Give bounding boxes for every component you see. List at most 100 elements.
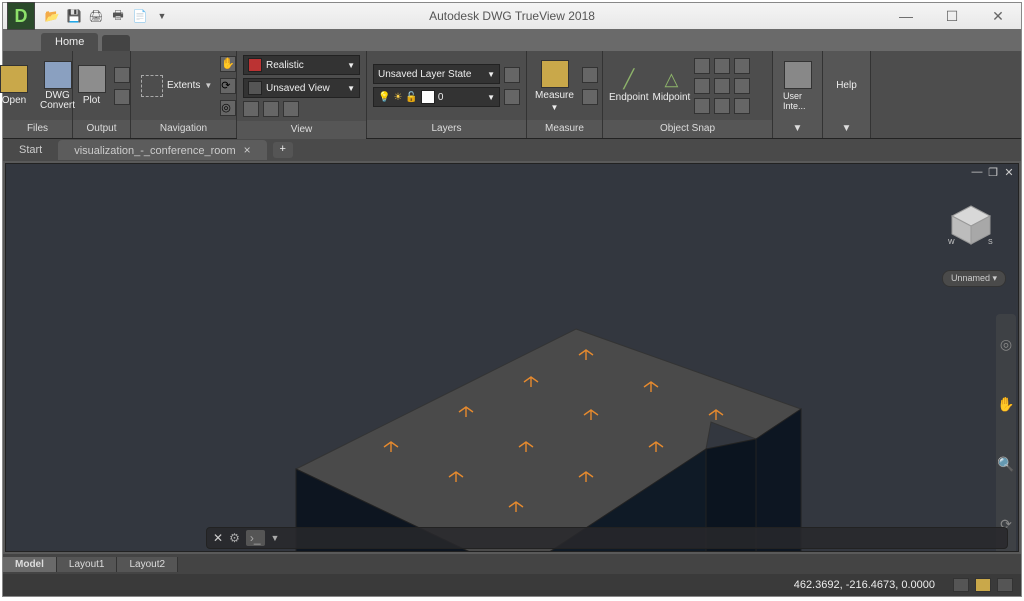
view-swatch-icon [248, 81, 262, 95]
lightbulb-icon: 💡 [378, 92, 390, 103]
isodraft-icon[interactable] [975, 578, 991, 592]
cmd-chevron-icon[interactable]: ▼ [271, 533, 280, 543]
perpendicular-snap-icon[interactable] [694, 98, 710, 114]
panel-layers: Unsaved Layer State ▼ 💡 ☀ 🔓 0 ▼ [367, 51, 527, 138]
named-view-dropdown[interactable]: Unsaved View ▼ [243, 78, 360, 98]
open-button[interactable]: Open [0, 63, 32, 108]
file-tab-active[interactable]: visualization_-_conference_room [58, 140, 266, 160]
tab-layout2[interactable]: Layout2 [117, 557, 178, 572]
maximize-button[interactable]: ☐ [929, 3, 975, 29]
tab-home[interactable]: Home [41, 33, 98, 51]
steering-wheel-icon[interactable]: ◎ [1000, 336, 1012, 353]
midpoint-icon: △ [664, 69, 678, 90]
endpoint-label: Endpoint [609, 92, 648, 103]
panel-files: Open DWGConvert Files [3, 51, 73, 138]
current-layer-dropdown[interactable]: 💡 ☀ 🔓 0 ▼ [373, 87, 500, 107]
plot-button[interactable]: Plot [74, 63, 110, 108]
node-snap-icon[interactable] [714, 58, 730, 74]
vp-minimize-button[interactable]: — [970, 166, 984, 180]
zoom-tool-icon[interactable]: 🔍 [997, 456, 1014, 473]
extents-label: Extents [167, 80, 200, 91]
center-snap-icon[interactable] [694, 58, 710, 74]
ribbon: Open DWGConvert Files Plot [3, 51, 1021, 139]
visual-style-value: Realistic [266, 60, 304, 71]
panel-view-title: View [237, 121, 366, 139]
panel-navigation: Extents ▼ ✋ ⟳ ◎ Navigation [131, 51, 237, 138]
panel-measure: Measure ▼ Measure [527, 51, 603, 138]
user-interface-button[interactable]: User Inte... [779, 59, 816, 113]
convert-label: DWGConvert [40, 91, 75, 111]
view-name-text: Unnamed [951, 273, 990, 283]
clean-screen-icon[interactable] [997, 578, 1013, 592]
measure-button[interactable]: Measure ▼ [531, 58, 578, 114]
nearest-snap-icon[interactable] [734, 98, 750, 114]
extension-snap-icon[interactable] [714, 78, 730, 94]
layer-state-dropdown[interactable]: Unsaved Layer State ▼ [373, 64, 500, 84]
midpoint-button[interactable]: △ Midpoint [652, 69, 690, 103]
save-icon[interactable]: 💾 [65, 7, 83, 25]
layer-properties-icon[interactable] [504, 67, 520, 83]
file-tab-start[interactable]: Start [3, 141, 58, 159]
layer-name: 0 [438, 92, 444, 103]
panel-user-interface: User Inte... ▼ [773, 51, 823, 138]
new-tab-button[interactable]: + [273, 142, 293, 158]
chevron-down-icon: ▼ [487, 93, 495, 102]
help-button[interactable]: Help [832, 78, 861, 93]
open-icon[interactable]: 📂 [43, 7, 61, 25]
app-menu-button[interactable]: D [7, 2, 35, 30]
coordinates-readout: 462.3692, -216.4673, 0.0000 [794, 579, 935, 591]
quadrant-snap-icon[interactable] [734, 58, 750, 74]
navigation-bar[interactable]: ◎ ✋ 🔍 ⟳ ▦ [996, 314, 1016, 552]
qat-dropdown-icon[interactable]: ▼ [153, 7, 171, 25]
viewport-single-icon[interactable] [243, 101, 259, 117]
ui-label: User Inte... [783, 91, 812, 111]
close-button[interactable]: ✕ [975, 3, 1021, 29]
steering-wheel-icon[interactable]: ◎ [220, 100, 236, 116]
layer-isolate-icon[interactable] [504, 89, 520, 105]
view-name-label[interactable]: Unnamed ▾ [942, 270, 1006, 287]
pan-tool-icon[interactable]: ✋ [997, 396, 1014, 413]
endpoint-button[interactable]: ╱ Endpoint [609, 69, 648, 103]
viewport[interactable]: — ❐ ✕ W S Unnamed ▾ ◎ ✋ 🔍 ⟳ ▦ [5, 163, 1019, 552]
vp-restore-button[interactable]: ❐ [986, 166, 1000, 180]
plot-label: Plot [83, 95, 100, 106]
batch-plot-icon[interactable] [114, 67, 130, 83]
print-icon[interactable]: 🖶 [109, 7, 127, 25]
insertion-snap-icon[interactable] [734, 78, 750, 94]
plot-icon[interactable]: 🖨 [87, 7, 105, 25]
titlebar: D 📂 💾 🖨 🖶 📄 ▼ Autodesk DWG TrueView 2018… [3, 3, 1021, 29]
panel-navigation-title: Navigation [131, 120, 236, 138]
panel-view: Realistic ▼ Unsaved View ▼ View [237, 51, 367, 138]
extents-button[interactable]: Extents ▼ [137, 73, 216, 99]
orbit-icon[interactable]: ⟳ [220, 78, 236, 94]
command-line[interactable]: ✕ ⚙ ›_ ▼ [206, 527, 1008, 549]
vp-close-button[interactable]: ✕ [1002, 166, 1016, 180]
tab-model[interactable]: Model [3, 557, 57, 572]
quick-id-icon[interactable] [582, 89, 598, 105]
model-tabs: Model Layout1 Layout2 [3, 554, 1021, 574]
quick-area-icon[interactable] [582, 67, 598, 83]
panel-output-title: Output [73, 120, 130, 138]
pan-icon[interactable]: ✋ [220, 56, 236, 72]
viewport-three-icon[interactable] [283, 101, 299, 117]
wrench-icon[interactable]: ⚙ [229, 531, 240, 545]
tab-layout1[interactable]: Layout1 [57, 557, 118, 572]
visual-style-dropdown[interactable]: Realistic ▼ [243, 55, 360, 75]
viewport-two-icon[interactable] [263, 101, 279, 117]
realistic-swatch-icon [248, 58, 262, 72]
named-view-value: Unsaved View [266, 83, 330, 94]
tangent-snap-icon[interactable] [714, 98, 730, 114]
sheet-icon[interactable]: 📄 [131, 7, 149, 25]
viewport-config-row [243, 101, 360, 117]
close-cmd-icon[interactable]: ✕ [213, 531, 223, 545]
midpoint-label: Midpoint [652, 92, 690, 103]
preview-icon[interactable] [114, 89, 130, 105]
viewcube[interactable]: W S [948, 202, 994, 248]
customize-icon[interactable] [953, 578, 969, 592]
tab-addins[interactable] [102, 35, 130, 51]
svg-text:W: W [948, 239, 955, 246]
panel-measure-title: Measure [527, 120, 602, 138]
endpoint-icon: ╱ [623, 69, 634, 90]
intersection-snap-icon[interactable] [694, 78, 710, 94]
minimize-button[interactable]: — [883, 3, 929, 29]
